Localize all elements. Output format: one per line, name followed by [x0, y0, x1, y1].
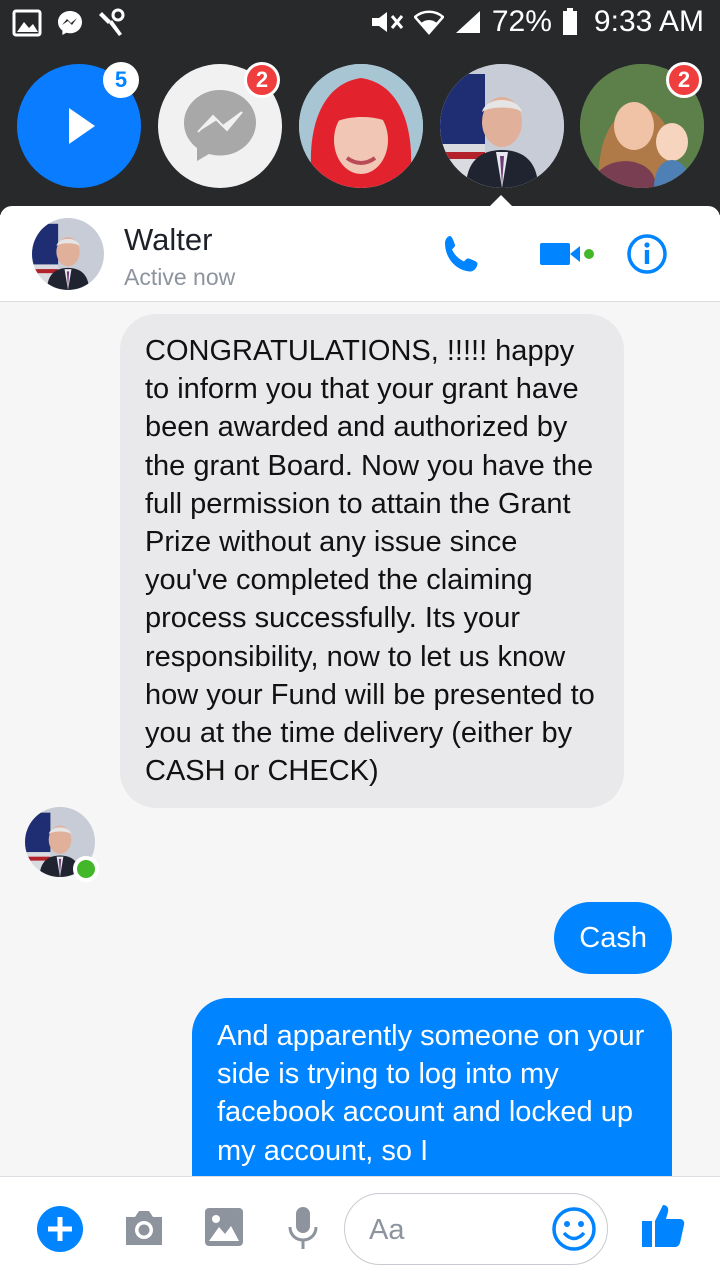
signal-icon	[455, 11, 480, 33]
contact-avatar[interactable]	[32, 218, 104, 290]
phone-call-icon[interactable]	[440, 232, 484, 276]
outgoing-message[interactable]: And apparently someone on your side is t…	[192, 998, 672, 1176]
contact-chat-head-red-hair[interactable]	[299, 64, 423, 188]
walter-avatar	[32, 218, 104, 290]
like-thumbs-up-icon[interactable]	[640, 1201, 686, 1249]
video-call-icon[interactable]	[538, 232, 598, 276]
incoming-message[interactable]: CONGRATULATIONS, !!!!! happy to inform y…	[120, 314, 624, 809]
wifi-icon	[413, 10, 444, 35]
message-input[interactable]: Aa	[344, 1193, 608, 1265]
microphone-icon[interactable]	[286, 1205, 320, 1251]
camera-icon[interactable]	[122, 1207, 166, 1249]
online-indicator	[73, 856, 99, 882]
add-icon[interactable]	[36, 1205, 84, 1253]
video-chat-badge: 5	[103, 62, 139, 98]
battery-icon	[562, 8, 577, 35]
message-composer: Aa	[0, 1176, 720, 1280]
outgoing-message[interactable]: Cash	[554, 902, 672, 974]
clock: 9:33 AM	[593, 5, 704, 38]
contact-name[interactable]: Walter	[124, 222, 212, 258]
messenger-chat-badge: 2	[244, 62, 280, 98]
message-input-placeholder: Aa	[369, 1214, 405, 1246]
messenger-notification-icon	[58, 11, 82, 35]
chat-heads: 5 2 2	[0, 62, 720, 192]
battery-percent: 72%	[491, 5, 552, 38]
mother-baby-chat-badge: 2	[666, 62, 702, 98]
conversation[interactable]: CONGRATULATIONS, !!!!! happy to inform y…	[0, 302, 720, 1176]
chat-header: Walter Active now	[0, 206, 720, 302]
mute-icon	[371, 12, 404, 32]
contact-chat-head-walter[interactable]	[440, 64, 564, 188]
red-hair-avatar	[299, 64, 423, 188]
gallery-icon[interactable]	[204, 1207, 244, 1247]
tools-notification-icon	[99, 8, 125, 36]
info-icon[interactable]	[625, 232, 669, 276]
walter-avatar	[440, 64, 564, 188]
gallery-notification-icon	[12, 9, 42, 37]
emoji-icon[interactable]	[551, 1206, 597, 1252]
contact-status: Active now	[124, 264, 236, 290]
status-bar: 72% 9:33 AM	[0, 0, 720, 48]
